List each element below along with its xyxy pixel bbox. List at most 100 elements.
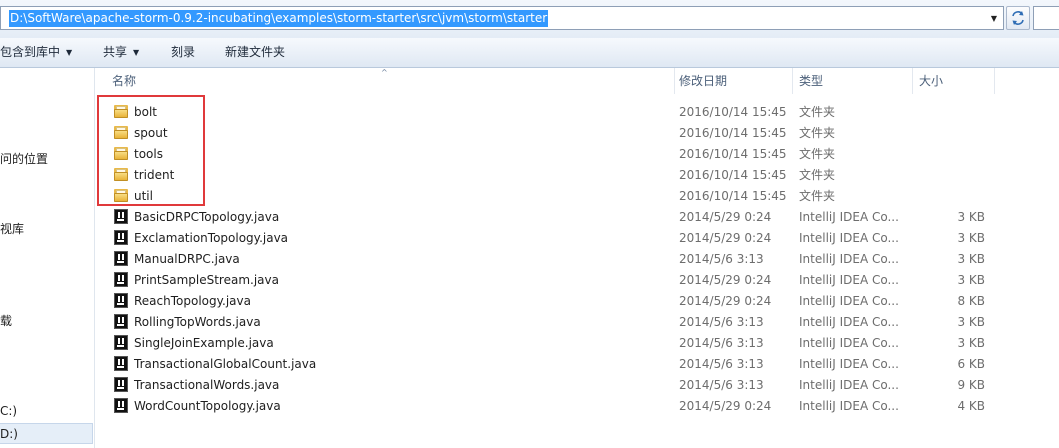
list-item[interactable]: ManualDRPC.java 2014/5/6 3:13 IntelliJ I…	[98, 248, 998, 269]
burn-label: 刻录	[171, 45, 196, 59]
file-size	[914, 143, 985, 164]
list-item[interactable]: ExclamationTopology.java 2014/5/29 0:24 …	[98, 227, 998, 248]
file-type: 文件夹	[799, 168, 836, 182]
new-folder-button[interactable]: 新建文件夹	[225, 38, 285, 67]
file-size	[914, 101, 985, 122]
share-label: 共享	[103, 45, 128, 59]
file-date: 2014/5/29 0:24	[679, 273, 772, 287]
intellij-file-icon	[114, 398, 128, 413]
list-item[interactable]: util 2016/10/14 15:45 文件夹	[98, 185, 998, 206]
file-name: ManualDRPC.java	[134, 252, 240, 266]
file-size	[914, 122, 985, 143]
list-item[interactable]: trident 2016/10/14 15:45 文件夹	[98, 164, 998, 185]
list-item[interactable]: spout 2016/10/14 15:45 文件夹	[98, 122, 998, 143]
nav-item-recent-places[interactable]: 问的位置	[0, 150, 48, 167]
file-date: 2014/5/29 0:24	[679, 210, 772, 224]
address-bar-row: D:\SoftWare\apache-storm-0.9.2-incubatin…	[0, 0, 1059, 38]
intellij-file-icon	[114, 272, 128, 287]
file-type: IntelliJ IDEA Co...	[799, 357, 899, 371]
file-size: 3 KB	[957, 273, 985, 287]
list-item[interactable]: tools 2016/10/14 15:45 文件夹	[98, 143, 998, 164]
file-type: 文件夹	[799, 105, 836, 119]
refresh-button[interactable]	[1006, 6, 1030, 30]
folder-highlight-box	[97, 95, 205, 206]
sort-ascending-icon: ^	[381, 68, 388, 77]
chevron-down-icon: ▼	[133, 48, 140, 57]
file-date: 2014/5/29 0:24	[679, 294, 772, 308]
list-item[interactable]: bolt 2016/10/14 15:45 文件夹	[98, 101, 998, 122]
file-date: 2014/5/29 0:24	[679, 231, 772, 245]
file-date: 2016/10/14 15:45	[679, 189, 787, 203]
file-name: BasicDRPCTopology.java	[134, 210, 280, 224]
file-type: IntelliJ IDEA Co...	[799, 294, 899, 308]
file-date: 2016/10/14 15:45	[679, 168, 787, 182]
file-type: IntelliJ IDEA Co...	[799, 231, 899, 245]
intellij-file-icon	[114, 209, 128, 224]
list-item[interactable]: ReachTopology.java 2014/5/29 0:24 Intell…	[98, 290, 998, 311]
list-item[interactable]: PrintSampleStream.java 2014/5/29 0:24 In…	[98, 269, 998, 290]
address-path[interactable]: D:\SoftWare\apache-storm-0.9.2-incubatin…	[9, 10, 549, 27]
file-type: IntelliJ IDEA Co...	[799, 378, 899, 392]
file-name: WordCountTopology.java	[134, 399, 281, 413]
file-date: 2014/5/6 3:13	[679, 336, 764, 350]
list-item[interactable]: RollingTopWords.java 2014/5/6 3:13 Intel…	[98, 311, 998, 332]
intellij-file-icon	[114, 230, 128, 245]
list-item[interactable]: SingleJoinExample.java 2014/5/6 3:13 Int…	[98, 332, 998, 353]
file-name: SingleJoinExample.java	[134, 336, 274, 350]
list-item[interactable]: BasicDRPCTopology.java 2014/5/29 0:24 In…	[98, 206, 998, 227]
chevron-down-icon: ▼	[66, 48, 73, 57]
file-size: 3 KB	[957, 231, 985, 245]
share-button[interactable]: 共享 ▼	[103, 38, 139, 67]
intellij-file-icon	[114, 293, 128, 308]
file-size: 3 KB	[957, 336, 985, 350]
intellij-file-icon	[114, 314, 128, 329]
column-header-date[interactable]: 修改日期	[665, 68, 793, 94]
file-date: 2016/10/14 15:45	[679, 105, 787, 119]
intellij-file-icon	[114, 335, 128, 350]
include-in-library-button[interactable]: 包含到库中 ▼	[0, 38, 72, 67]
file-date: 2014/5/6 3:13	[679, 315, 764, 329]
file-size: 9 KB	[957, 378, 985, 392]
file-date: 2014/5/6 3:13	[679, 357, 764, 371]
file-type: 文件夹	[799, 126, 836, 140]
include-in-library-label: 包含到库中	[0, 45, 61, 59]
refresh-icon	[1012, 11, 1024, 25]
file-name: PrintSampleStream.java	[134, 273, 279, 287]
file-type: IntelliJ IDEA Co...	[799, 399, 899, 413]
intellij-file-icon	[114, 377, 128, 392]
chevron-down-icon[interactable]: ▼	[987, 10, 1001, 26]
file-date: 2014/5/6 3:13	[679, 252, 764, 266]
list-item[interactable]: TransactionalGlobalCount.java 2014/5/6 3…	[98, 353, 998, 374]
column-header-size-label: 大小	[919, 74, 944, 88]
list-item[interactable]: WordCountTopology.java 2014/5/29 0:24 In…	[98, 395, 998, 416]
file-type: IntelliJ IDEA Co...	[799, 336, 899, 350]
file-name: TransactionalGlobalCount.java	[134, 357, 317, 371]
file-size: 4 KB	[957, 399, 985, 413]
search-field[interactable]	[1033, 6, 1059, 30]
file-size: 8 KB	[957, 294, 985, 308]
command-toolbar: 包含到库中 ▼ 共享 ▼ 刻录 新建文件夹	[0, 38, 1059, 68]
file-size	[914, 164, 985, 185]
file-size: 3 KB	[957, 210, 985, 224]
nav-item-video-library[interactable]: 视库	[0, 220, 24, 237]
file-date: 2016/10/14 15:45	[679, 126, 787, 140]
column-header-type[interactable]: 类型	[785, 68, 913, 94]
file-name: ReachTopology.java	[134, 294, 251, 308]
file-date: 2016/10/14 15:45	[679, 147, 787, 161]
list-item[interactable]: TransactionalWords.java 2014/5/6 3:13 In…	[98, 374, 998, 395]
nav-item-downloads[interactable]: 载	[0, 312, 12, 329]
file-size: 6 KB	[957, 357, 985, 371]
file-date: 2014/5/6 3:13	[679, 378, 764, 392]
nav-item-drive-c[interactable]: C:)	[0, 404, 17, 418]
navigation-pane[interactable]: 问的位置 视库 载 C:) D:)	[0, 68, 95, 448]
column-header-size[interactable]: 大小	[905, 68, 995, 94]
intellij-file-icon	[114, 356, 128, 371]
file-type: IntelliJ IDEA Co...	[799, 315, 899, 329]
file-size: 3 KB	[957, 252, 985, 266]
nav-item-drive-d[interactable]: D:)	[0, 427, 18, 441]
burn-button[interactable]: 刻录	[171, 38, 195, 67]
file-type: IntelliJ IDEA Co...	[799, 252, 899, 266]
file-type: IntelliJ IDEA Co...	[799, 273, 899, 287]
intellij-file-icon	[114, 251, 128, 266]
address-bar[interactable]: D:\SoftWare\apache-storm-0.9.2-incubatin…	[0, 6, 1004, 30]
